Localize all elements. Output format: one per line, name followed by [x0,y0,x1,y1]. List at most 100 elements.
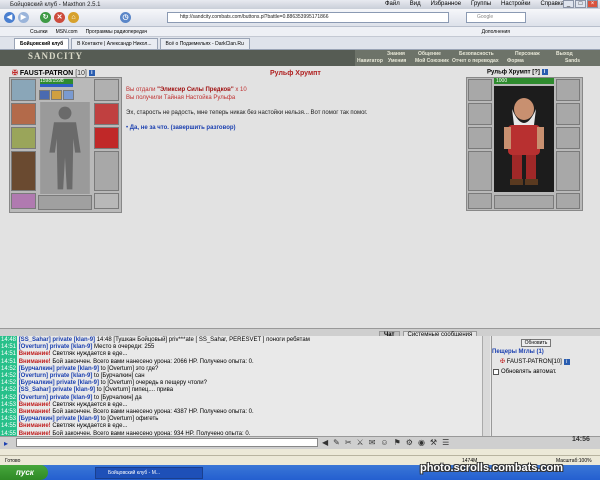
chat-sender[interactable]: [Бурчалкин] [19,366,55,372]
menu-file[interactable]: Файл [385,1,400,7]
chat-text: Светляк нуждается в еде... [52,351,128,358]
chat-log: 14:48 [SS_Sahar] private [klan-9] 14:48 … [0,336,491,436]
dialog-answer[interactable]: • Да, не за что. (завершить разговор) [126,125,236,131]
chat-warning: Внимание! [18,409,53,415]
npc-panel-name: Рульф Хрумпт [?] i [487,69,548,76]
refresh-button[interactable]: Обновить [521,339,551,347]
back-icon[interactable]: ◀ [4,12,15,23]
belt-slot[interactable] [11,193,36,209]
menu-help[interactable]: Справка [540,1,564,7]
close-icon[interactable]: × [587,0,598,8]
minimize-icon[interactable]: _ [563,0,574,8]
scroll-down-icon[interactable]: ▸ [4,439,8,448]
chat-text: Бой закончен. Всего вами нанесено урона:… [52,358,254,365]
npc-info-icon[interactable]: i [541,69,548,75]
chat-text: Светляк нуждается в еде... [52,423,128,430]
chat-text: to [Overturn] очередь в пещеру чтоли? [100,380,207,387]
addons-link[interactable]: Дополнения [482,29,510,35]
nav-skills[interactable]: Умения [388,58,406,64]
npc-offhand-slot [556,79,580,101]
links-label[interactable]: Ссылки [30,29,48,35]
gloves-slot[interactable] [11,127,36,149]
chat-sender[interactable]: [SS_Sahar] [19,337,51,343]
chat-scrollbar[interactable] [482,336,490,436]
tab-combats[interactable]: Бойцовский клуб [14,38,70,49]
home-icon[interactable]: ⌂ [68,12,79,23]
chat-warning: Внимание! [18,423,53,430]
address-input[interactable]: http://sandcity.combats.com/buttons.pl?b… [167,12,449,23]
offhand-slot[interactable] [94,79,119,101]
tab-vkontakte[interactable]: В Контакте | Александр Никол... [71,38,158,49]
menu-groups[interactable]: Группы [471,1,491,7]
chat-text: Светляк нуждается в еде... [52,401,128,408]
chat-text: Бой закончен. Всего вами нанесено урона:… [52,409,254,415]
npc-boots-slot [556,193,580,209]
link-radio[interactable]: Программы радиопередач [86,29,148,35]
info-icon[interactable]: i [88,70,95,77]
boots-slot[interactable] [94,193,119,209]
nav-form[interactable]: Форма [507,58,524,64]
chat-sender[interactable]: [Overturn] [19,344,48,350]
helmet-slot[interactable] [11,79,36,101]
chat-tools-icons[interactable]: ◀✎✂⚔✉☺⚑⚙◉⚒☰ [322,438,454,447]
online-player[interactable]: ✠ FAUST-PATRON[10] i [500,358,570,365]
bracer-slot[interactable] [94,127,119,149]
chat-warning: Внимание! [18,358,53,365]
chat-text: to [Бурчалкин] да [94,394,142,401]
refresh-icon[interactable]: ↻ [40,12,51,23]
npc-portrait [494,86,554,192]
search-input[interactable]: Google [466,12,526,23]
chat-sender[interactable]: [Overturn] [19,373,48,379]
title-bar: Бойцовский клуб - Maxthon 2.5.1 Файл Вид… [0,0,600,9]
nav-navigator[interactable]: Навигатор [357,58,383,64]
menu-favorites[interactable]: Избранное [431,1,461,7]
forward-icon[interactable]: ▶ [18,12,29,23]
player-info-icon[interactable]: i [563,359,570,365]
menu-settings[interactable]: Настройки [501,1,530,7]
start-button[interactable]: пуск [0,465,48,480]
chat-text: to [Бурчалкин] сан [94,373,145,379]
shield-slot[interactable] [94,103,119,125]
legs-slot[interactable] [94,151,119,191]
link-msn[interactable]: MSN.com [56,29,78,35]
tab-darkclan[interactable]: Всё о Подземельях - DarkClan.Ru [159,38,250,49]
ring-slot[interactable] [63,90,74,100]
auto-refresh-option[interactable]: Обновлять автомат. [493,369,557,375]
pocket-slots[interactable] [38,195,92,210]
taskbar-item-browser[interactable]: Бойцовский клуб - M... [95,467,203,479]
chat-text: Место в очереди: 255 [94,344,155,351]
hero-mana-bar [40,84,73,87]
menu-view[interactable]: Вид [410,1,421,7]
npc-shield-slot [556,103,580,125]
chat-divider [0,328,600,336]
nav-knowledge[interactable]: Знания [387,51,405,57]
chat-input[interactable] [16,438,318,447]
nav-security[interactable]: Безопасность [459,51,494,57]
chat-sender[interactable]: [SS_Sahar] [19,387,51,393]
nav-character[interactable]: Персонаж [515,51,540,57]
history-icon[interactable]: ◷ [120,12,131,23]
chat-sender[interactable]: [Бурчалкин] [19,380,55,386]
auto-refresh-checkbox[interactable] [493,369,499,375]
dialog-line-given: Вы отдали "Эликсир Силы Предков" x 10 [126,87,247,93]
npc-helmet-slot [468,79,492,101]
stop-icon[interactable]: ✕ [54,12,65,23]
chat-sender[interactable]: [Overturn] [19,395,48,401]
nav-exit[interactable]: Выход [556,51,573,57]
maximize-icon[interactable]: □ [575,0,586,8]
weapon-slot[interactable] [11,103,36,125]
nav-communication[interactable]: Общение [418,51,441,57]
chat-private-tag: private [klan-9] [48,373,95,379]
chat-private-tag: private [klan-9] [54,380,101,387]
npc-legs-slot [556,151,580,191]
nav-sands[interactable]: Sands [565,58,580,64]
bullet-icon: • [126,125,129,131]
earring-slot[interactable] [39,90,50,100]
chat-text: 14:48 [Тушкан Бойцовый] priv***ate [ SS_… [96,337,310,343]
chat-sender[interactable]: [Бурчалкин] [19,416,55,422]
nav-ally[interactable]: Мой Союзник [415,58,449,64]
amulet-slot[interactable] [51,90,62,100]
npc-armor-slot [468,151,492,191]
armor-slot[interactable] [11,151,36,191]
nav-transfers[interactable]: Отчет о переводах [452,58,499,64]
